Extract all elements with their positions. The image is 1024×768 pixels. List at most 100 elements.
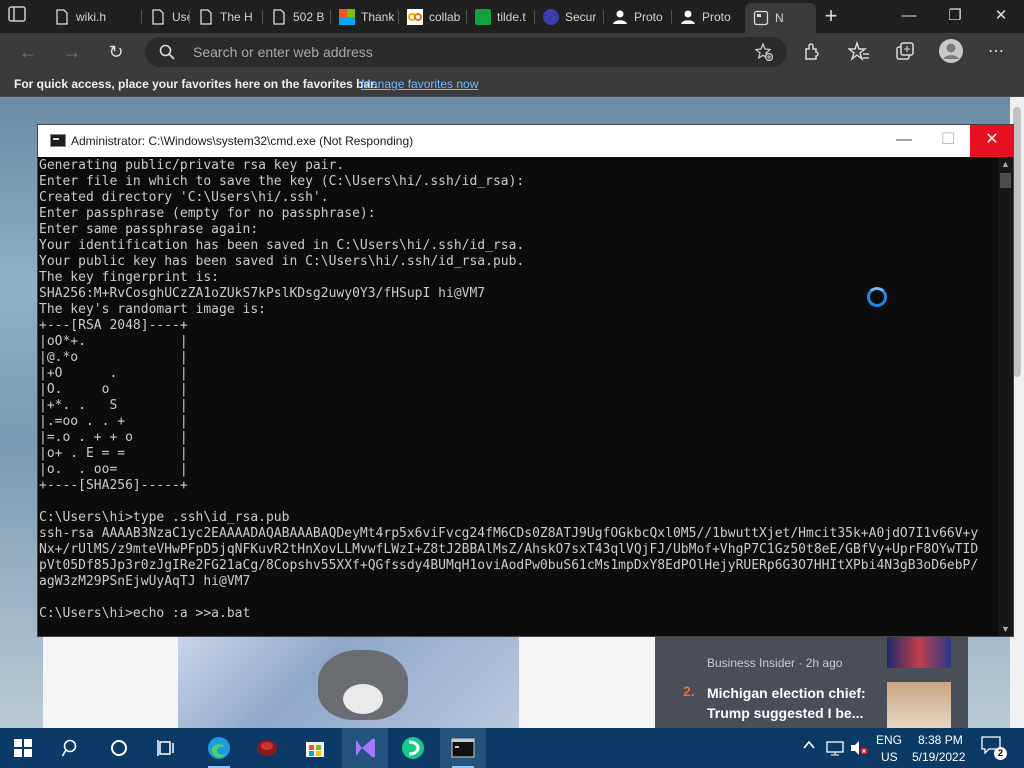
- news-thumbnail[interactable]: [887, 632, 951, 668]
- browser-tab-label: Thank: [361, 10, 395, 24]
- console-line: Nx+/rUlMS/z9mteVHwPFpD5jqNFKuvR2tHnXovLL…: [39, 542, 979, 557]
- volume-muted-icon: [851, 741, 868, 755]
- browser-tab[interactable]: wiki.h: [46, 4, 112, 30]
- cmd-close-button[interactable]: ✕: [970, 125, 1014, 157]
- cat-photo[interactable]: [178, 632, 519, 728]
- minimize-browser-button[interactable]: —: [886, 0, 932, 33]
- start-button[interactable]: [0, 728, 46, 768]
- browser-tab-label: Proto: [634, 10, 663, 24]
- windows-logo-icon: [14, 739, 32, 757]
- busy-cursor-icon: [867, 287, 887, 307]
- browser-tab[interactable]: Proto: [672, 4, 741, 30]
- tab-separator: [141, 10, 142, 24]
- browser-tab[interactable]: 502 B: [263, 4, 327, 30]
- cmd-title-bar[interactable]: Administrator: C:\Windows\system32\cmd.e…: [38, 125, 1014, 157]
- clock[interactable]: 8:38 PM 5/19/2022: [912, 728, 970, 768]
- show-hidden-icons-button[interactable]: [802, 738, 816, 768]
- green-app-icon: [402, 737, 424, 759]
- network-button[interactable]: [826, 740, 844, 768]
- browser-tab[interactable]: The H: [190, 4, 260, 30]
- volume-button[interactable]: [850, 740, 868, 768]
- app-taskbar-button[interactable]: [244, 728, 290, 768]
- cmd-scrollbar[interactable]: ▲ ▼: [998, 157, 1013, 636]
- tab-actions-button[interactable]: [8, 6, 40, 28]
- browser-tab-label: tilde.t: [497, 10, 526, 24]
- console-line: C:\Users\hi>type .ssh\id_rsa.pub: [39, 510, 290, 525]
- browser-tab[interactable]: N: [745, 3, 816, 33]
- clock-time: 8:38 PM: [918, 733, 963, 747]
- profile-avatar-icon[interactable]: [938, 38, 964, 64]
- favorites-icon[interactable]: [848, 41, 870, 63]
- news-source: Business Insider · 2h ago: [707, 656, 843, 670]
- search-taskbar-button[interactable]: [48, 728, 94, 768]
- console-line: ssh-rsa AAAAB3NzaC1yc2EAAAADAQABAAABAQDe…: [39, 526, 979, 541]
- tab-separator: [671, 10, 672, 24]
- browser-tab-label: User:: [172, 10, 190, 24]
- browser-tab[interactable]: tilde.t: [467, 4, 531, 30]
- browser-tab-label: The H: [220, 10, 253, 24]
- console-line: The key's randomart image is:: [39, 302, 266, 317]
- console-line: Enter same passphrase again:: [39, 222, 259, 237]
- cmd-title: Administrator: C:\Windows\system32\cmd.e…: [71, 134, 414, 148]
- browser-tab[interactable]: collab: [399, 4, 463, 30]
- cmd-icon: [451, 738, 475, 758]
- news-thumbnail[interactable]: [887, 682, 951, 728]
- search-icon: [159, 44, 175, 60]
- scroll-up-arrow-icon[interactable]: ▲: [1001, 159, 1010, 169]
- cmd-window[interactable]: Administrator: C:\Windows\system32\cmd.e…: [37, 124, 1014, 637]
- cmd-minimize-button[interactable]: —: [882, 125, 926, 157]
- console-line: +---[RSA 2048]----+: [39, 318, 188, 333]
- refresh-button[interactable]: ↻: [101, 37, 131, 67]
- task-view-icon: [157, 740, 174, 756]
- browser-tab[interactable]: Secur: [535, 4, 600, 30]
- back-button[interactable]: ←: [13, 37, 43, 67]
- console-line: Enter passphrase (empty for no passphras…: [39, 206, 376, 221]
- taskbar: ENG US 8:38 PM 5/19/2022 2: [0, 728, 1024, 768]
- collections-icon[interactable]: [894, 41, 916, 63]
- extensions-icon[interactable]: [801, 41, 823, 63]
- browser-tab[interactable]: Proto: [604, 4, 668, 30]
- document-icon: [198, 9, 214, 25]
- tab-separator: [534, 10, 535, 24]
- document-icon: [271, 9, 287, 25]
- restore-browser-button[interactable]: ❐: [932, 0, 978, 33]
- store-taskbar-button[interactable]: [292, 728, 338, 768]
- cmd-icon: [50, 134, 66, 147]
- language-code: ENG: [876, 733, 903, 747]
- notifications-button[interactable]: 2: [981, 736, 1007, 760]
- task-view-button[interactable]: [144, 728, 190, 768]
- console-line: |O. o |: [39, 382, 188, 397]
- favorites-bar: For quick access, place your favorites h…: [0, 71, 1024, 97]
- edge-taskbar-button[interactable]: [196, 728, 242, 768]
- address-bar[interactable]: Search or enter web address: [145, 37, 787, 67]
- cortana-button[interactable]: [96, 728, 142, 768]
- cmd-taskbar-button[interactable]: [440, 728, 486, 768]
- tab-separator: [330, 10, 331, 24]
- cmd-scrollbar-thumb[interactable]: [1000, 173, 1011, 188]
- close-browser-button[interactable]: ✕: [978, 0, 1024, 33]
- settings-more-button[interactable]: ⋯: [981, 37, 1011, 67]
- scroll-down-arrow-icon[interactable]: ▼: [1001, 624, 1010, 634]
- console-line: |+O . |: [39, 366, 188, 381]
- app-taskbar-button[interactable]: [390, 728, 436, 768]
- cmd-maximize-button[interactable]: ☐: [926, 125, 970, 157]
- edge-logo-icon: [208, 737, 230, 759]
- microsoft-store-icon: [306, 742, 324, 757]
- document-icon: [150, 9, 166, 25]
- newtab-icon: [753, 10, 769, 26]
- console-line: SHA256:M+RvCosghUCzZA1oZUkS7kPslKDsg2uwy…: [39, 286, 486, 301]
- news-item-title[interactable]: Michigan election chief: Trump suggested…: [707, 683, 867, 723]
- language-indicator[interactable]: ENG US: [876, 728, 904, 768]
- network-icon: [826, 741, 844, 756]
- manage-favorites-link[interactable]: Manage favorites now: [361, 77, 478, 91]
- browser-tab[interactable]: User:: [142, 4, 190, 30]
- forward-button[interactable]: →: [57, 37, 87, 67]
- tab-separator: [398, 10, 399, 24]
- browser-tab[interactable]: Thank: [331, 4, 395, 30]
- new-tab-button[interactable]: +: [818, 4, 844, 30]
- add-favorite-icon[interactable]: [755, 43, 773, 61]
- visual-studio-taskbar-button[interactable]: [342, 728, 388, 768]
- page-scrollbar-thumb[interactable]: [1013, 107, 1021, 377]
- console-output[interactable]: Generating public/private rsa key pair. E…: [38, 157, 998, 636]
